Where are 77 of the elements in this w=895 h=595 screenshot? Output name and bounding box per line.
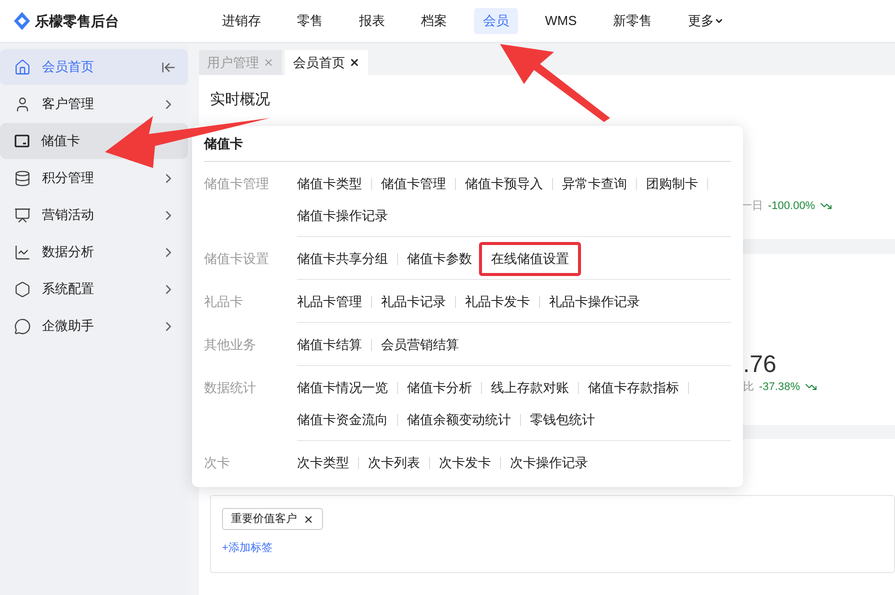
group-label: 礼品卡: [204, 293, 244, 312]
add-tag-link[interactable]: +添加标签: [222, 540, 272, 556]
sidebar-label: 企微助手: [42, 317, 95, 336]
sidebar-label: 数据分析: [42, 243, 95, 262]
card-icon: [14, 133, 30, 149]
stat-change: -37.38%: [759, 380, 800, 395]
menu-link[interactable]: 储值卡操作记录: [297, 206, 388, 226]
house-icon: [14, 58, 31, 76]
menu-link[interactable]: 储值卡存款指标: [588, 378, 679, 398]
section-title: 实时概况: [210, 90, 270, 110]
hexagon-icon: [14, 280, 31, 298]
sidebar-item[interactable]: 营销活动: [0, 197, 188, 233]
tag-chip: 重要价值客户: [222, 508, 323, 530]
nav-tab[interactable]: WMS: [536, 8, 586, 34]
stat-change: -100.00%: [768, 198, 816, 214]
menu-link[interactable]: 线上存款对账: [491, 378, 569, 398]
database-icon: [14, 170, 31, 186]
menu-link[interactable]: 储值卡结算: [297, 335, 362, 355]
menu-link[interactable]: 次卡列表: [368, 453, 420, 473]
menu-link[interactable]: 储值卡共享分组: [297, 249, 388, 269]
page-tab[interactable]: 会员首页: [285, 50, 368, 75]
group-label: 储值卡管理: [204, 175, 270, 194]
monitor-icon: [14, 206, 31, 224]
group-label: 数据统计: [204, 379, 257, 398]
nav-tab[interactable]: 新零售: [604, 8, 661, 34]
group-label: 次卡: [204, 454, 231, 472]
menu-link[interactable]: 储值卡预导入: [465, 174, 543, 194]
menu-link[interactable]: 储值卡类型: [297, 174, 362, 194]
nav-tab[interactable]: 进销存: [213, 8, 270, 34]
stat-value: .76: [743, 351, 776, 379]
sidebar-item[interactable]: 积分管理: [0, 160, 188, 196]
user-icon: [14, 96, 31, 112]
menu-link[interactable]: 次卡操作记录: [510, 453, 588, 473]
sidebar-label: 积分管理: [42, 169, 95, 188]
group-label: 储值卡设置: [204, 250, 270, 268]
menu-link[interactable]: 次卡发卡: [439, 453, 491, 473]
stat-label: 比: [743, 380, 754, 395]
menu-link[interactable]: 在线储值设置: [479, 242, 581, 276]
sidebar-label: 营销活动: [42, 206, 95, 224]
menu-link[interactable]: 次卡类型: [297, 453, 349, 473]
sidebar-label: 会员首页: [42, 58, 95, 76]
sidebar-label: 储值卡: [41, 132, 81, 150]
menu-link[interactable]: 礼品卡管理: [297, 292, 362, 312]
menu-link[interactable]: 储值卡资金流向: [297, 410, 388, 430]
sidebar-label: 系统配置: [42, 280, 95, 298]
nav-tab[interactable]: 更多: [678, 8, 733, 34]
collapse-icon[interactable]: [161, 60, 176, 74]
menu-link[interactable]: 异常卡查询: [562, 174, 627, 194]
menu-link[interactable]: 储值卡参数: [407, 249, 472, 269]
menu-link[interactable]: 团购制卡: [646, 174, 698, 194]
group-label: 其他业务: [204, 336, 257, 354]
menu-link[interactable]: 礼品卡记录: [381, 292, 446, 312]
sidebar-item[interactable]: 储值卡: [0, 123, 188, 159]
close-icon[interactable]: [349, 57, 360, 68]
sidebar-item[interactable]: 数据分析: [0, 234, 188, 270]
sidebar-item[interactable]: 会员首页: [0, 49, 188, 85]
sidebar-label: 客户管理: [42, 95, 95, 114]
menu-link[interactable]: 会员营销结算: [381, 335, 459, 355]
sidebar-item[interactable]: 系统配置: [0, 271, 188, 307]
sidebar-item[interactable]: 客户管理: [0, 86, 188, 122]
menu-link[interactable]: 储值卡管理: [381, 174, 446, 194]
logo-icon: [14, 12, 30, 30]
line-chart-icon: [14, 244, 31, 260]
app-name: 乐檬零售后台: [35, 12, 119, 30]
sidebar-item[interactable]: 企微助手: [0, 308, 188, 344]
nav-tab[interactable]: 会员: [474, 8, 518, 34]
close-icon[interactable]: [303, 514, 314, 524]
nav-tab[interactable]: 档案: [412, 8, 456, 34]
menu-link[interactable]: 零钱包统计: [530, 410, 595, 430]
menu-link[interactable]: 储值卡情况一览: [297, 378, 388, 398]
nav-tab[interactable]: 报表: [350, 8, 394, 34]
menu-link[interactable]: 储值余额变动统计: [407, 410, 511, 430]
menu-link[interactable]: 礼品卡操作记录: [549, 292, 640, 312]
nav-tab[interactable]: 零售: [288, 8, 332, 34]
menu-link[interactable]: 储值卡分析: [407, 378, 472, 398]
menu-link[interactable]: 礼品卡发卡: [465, 292, 530, 312]
chat-icon: [14, 318, 31, 334]
